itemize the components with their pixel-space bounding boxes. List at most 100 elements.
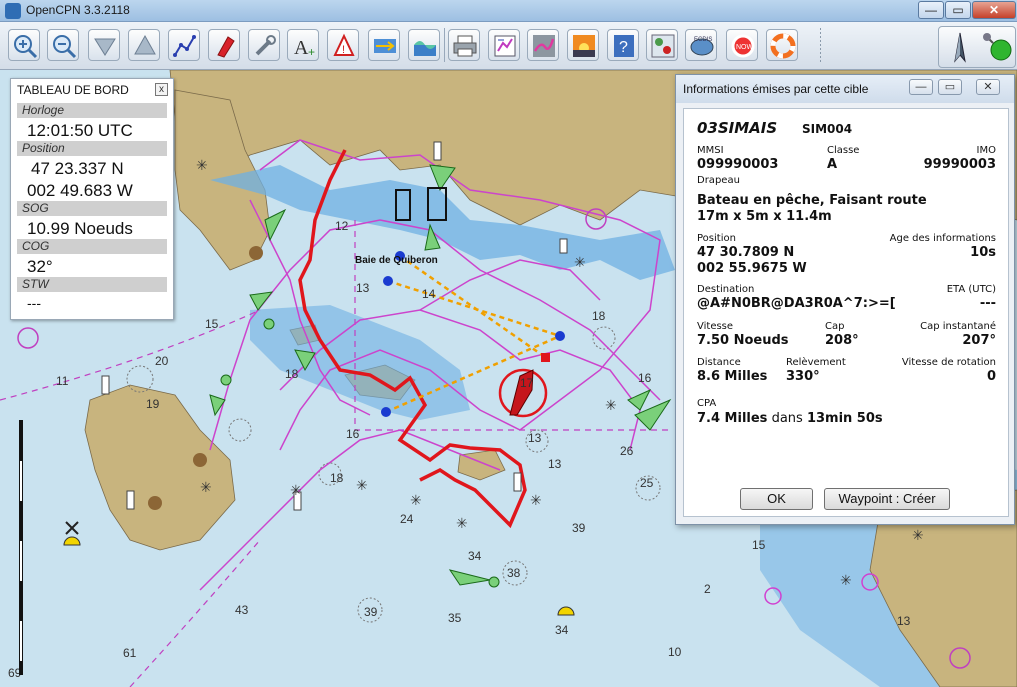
svg-text:61: 61	[123, 646, 137, 660]
create-waypoint-button[interactable]: Waypoint : Créer	[824, 488, 950, 510]
follow-ship-button[interactable]	[208, 29, 240, 61]
help-button[interactable]: ?	[607, 29, 639, 61]
svg-text:NOW: NOW	[736, 44, 754, 51]
svg-text:35: 35	[448, 611, 462, 625]
svg-text:25: 25	[640, 476, 654, 490]
current-icon	[374, 39, 396, 53]
current-button[interactable]	[368, 29, 400, 61]
ecdis-button[interactable]: ECDIS	[685, 29, 717, 61]
track-button[interactable]	[527, 29, 559, 61]
lifebuoy-button[interactable]	[766, 29, 798, 61]
svg-text:✳: ✳	[200, 480, 212, 496]
status-tool-group	[938, 26, 1016, 68]
dialog-close-button[interactable]: ✕	[976, 79, 1000, 95]
gps-status-icon[interactable]	[981, 31, 1013, 63]
zoom-in-button[interactable]	[8, 29, 40, 61]
svg-text:43: 43	[235, 603, 249, 617]
clock-caption: Horloge	[17, 103, 167, 118]
dialog-minimize-button[interactable]: —	[909, 79, 933, 95]
scale-down-button[interactable]	[88, 29, 120, 61]
heading-value: 207°	[962, 333, 996, 348]
ais-alert-button[interactable]: !	[327, 29, 359, 61]
route-manager-button[interactable]	[488, 29, 520, 61]
stw-value: ---	[27, 295, 41, 311]
svg-text:10: 10	[668, 645, 682, 659]
svg-text:+: +	[308, 45, 315, 59]
dialog-maximize-button[interactable]: ▭	[938, 79, 962, 95]
svg-text:17: 17	[520, 376, 534, 390]
svg-text:15: 15	[205, 317, 219, 331]
dashboard-panel: TABLEAU DE BORD x Horloge 12:01:50 UTC P…	[10, 78, 174, 320]
svg-text:18: 18	[592, 309, 606, 323]
text-annotation-button[interactable]: A +	[287, 29, 319, 61]
dialog-titlebar[interactable]: Informations émises par cette cible — ▭ …	[676, 75, 1014, 103]
svg-text:13: 13	[528, 431, 542, 445]
ais-info-panel: 03SIMAIS SIM004 MMSI 099990003 Classe A …	[683, 108, 1009, 517]
cpa-connector: dans	[771, 411, 803, 426]
svg-text:ECDIS: ECDIS	[694, 37, 712, 43]
svg-text:✳: ✳	[530, 493, 542, 509]
cpa-distance: 7.4 Milles	[697, 411, 768, 426]
ais-targets-button[interactable]	[646, 29, 678, 61]
age-label: Age des informations	[889, 233, 996, 244]
boat-icon	[217, 36, 235, 58]
svg-text:38: 38	[507, 566, 521, 580]
ais-target-dialog: Informations émises par cette cible — ▭ …	[675, 74, 1015, 525]
ok-button[interactable]: OK	[740, 488, 813, 510]
target-lon: 002 55.9675 W	[697, 261, 807, 276]
svg-text:✳: ✳	[840, 573, 852, 589]
svg-text:13: 13	[548, 457, 562, 471]
route-icon	[173, 35, 196, 57]
position-lon: 002 49.683 W	[27, 181, 133, 200]
distance-label: Distance	[697, 357, 741, 368]
compass-icon[interactable]	[945, 31, 975, 63]
svg-text:34: 34	[468, 549, 482, 563]
dashboard-title: TABLEAU DE BORD	[17, 83, 129, 97]
print-button[interactable]	[448, 29, 480, 61]
settings-button[interactable]	[248, 29, 280, 61]
bearing-label: Relèvement	[786, 357, 846, 368]
sog-value: 10.99 Noeuds	[27, 219, 133, 238]
place-name-label: Baie de Quiberon	[355, 255, 438, 266]
svg-text:✳: ✳	[356, 478, 368, 494]
cpa-time: 13min 50s	[806, 411, 883, 426]
svg-text:11: 11	[56, 374, 69, 388]
dashboard-close-icon[interactable]: x	[155, 83, 168, 96]
scale-up-icon	[134, 34, 156, 55]
tide-button[interactable]	[408, 29, 440, 61]
rot-value: 0	[986, 369, 996, 384]
distance-value: 8.6 Milles	[697, 369, 768, 384]
app-icon	[5, 3, 21, 19]
sog-caption: SOG	[17, 201, 167, 216]
minimize-button[interactable]: —	[918, 1, 944, 19]
eta-label: ETA (UTC)	[946, 284, 996, 295]
dialog-title: Informations émises par cette cible	[683, 82, 869, 96]
speed-value: 7.50 Noeuds	[697, 333, 789, 348]
class-value: A	[827, 157, 838, 172]
title-bar: OpenCPN 3.3.2118 — ▭ ✕	[0, 0, 1017, 22]
target-lat: 47 30.7809 N	[697, 245, 795, 260]
ais-targets-icon	[651, 34, 675, 58]
route-button[interactable]	[168, 29, 200, 61]
svg-text:✳: ✳	[196, 158, 208, 174]
dimensions: 17m x 5m x 11.4m	[697, 209, 832, 224]
maximize-button[interactable]: ▭	[945, 1, 971, 19]
svg-text:✳: ✳	[410, 493, 422, 509]
man-overboard-button[interactable]: NOW	[726, 29, 758, 61]
main-toolbar: A + ! ? ECDIS NOW	[0, 22, 1017, 70]
scale-up-button[interactable]	[128, 29, 160, 61]
stw-caption: STW	[17, 277, 167, 292]
svg-text:A: A	[294, 37, 309, 59]
close-button[interactable]: ✕	[972, 1, 1016, 19]
zoom-out-button[interactable]	[47, 29, 79, 61]
position-caption: Position	[17, 141, 167, 156]
cog-value: 32°	[27, 257, 53, 276]
window-title: OpenCPN 3.3.2118	[26, 3, 130, 17]
svg-text:39: 39	[572, 521, 586, 535]
svg-text:34: 34	[555, 623, 569, 637]
day-night-button[interactable]	[567, 29, 599, 61]
person-overboard-icon: NOW	[731, 34, 755, 58]
svg-text:20: 20	[155, 354, 169, 368]
svg-text:18: 18	[285, 367, 299, 381]
position-lat: 47 23.337 N	[31, 159, 124, 178]
